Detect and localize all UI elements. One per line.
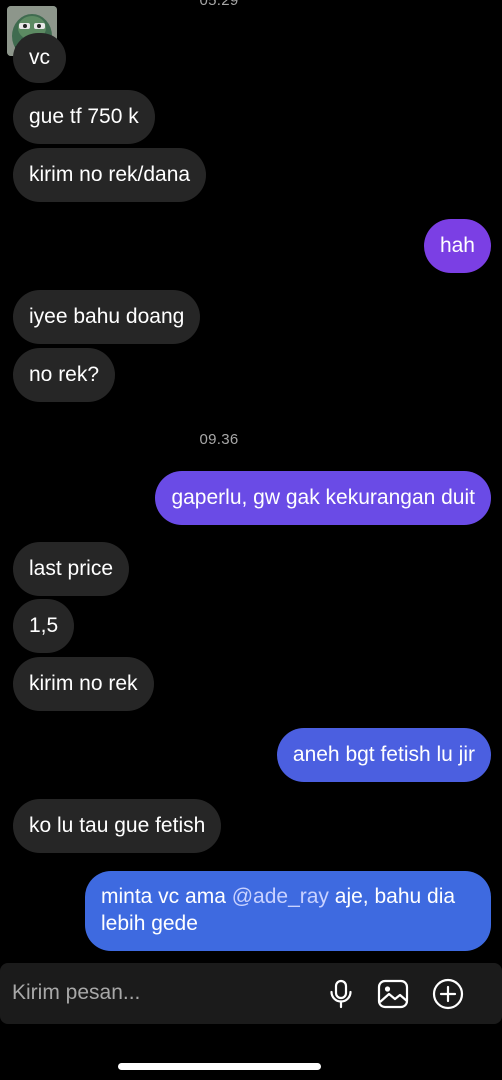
outgoing-message[interactable]: aneh bgt fetish lu jir [276, 728, 491, 782]
outgoing-message[interactable]: minta vc ama @ade_ray aje, bahu dia lebi… [85, 871, 491, 951]
incoming-message[interactable]: kirim no rek [13, 657, 154, 711]
user-mention[interactable]: @ade_ray [232, 885, 329, 908]
message-text: vc [29, 46, 50, 69]
timestamp: 09.36 [199, 431, 239, 448]
message-text: hah [439, 234, 475, 257]
message-text: last price [29, 557, 114, 580]
timestamp: 05.29 [199, 0, 239, 9]
outgoing-message[interactable]: gaperlu, gw gak kekurangan duit [155, 471, 491, 525]
message-text: minta vc ama @ade_ray aje, bahu dia lebi… [101, 883, 475, 937]
incoming-message[interactable]: last price [13, 542, 130, 596]
outgoing-message[interactable]: hah [423, 219, 491, 273]
incoming-message[interactable]: 1,5 [13, 599, 75, 653]
image-icon[interactable] [376, 977, 410, 1011]
incoming-message[interactable]: kirim no rek/dana [13, 148, 207, 202]
incoming-message[interactable]: vc [13, 33, 66, 83]
message-text: 1,5 [29, 614, 59, 637]
message-text: aneh bgt fetish lu jir [292, 743, 475, 766]
message-text: kirim no rek [29, 672, 138, 695]
incoming-message[interactable]: no rek? [13, 348, 116, 402]
message-text: kirim no rek/dana [29, 163, 191, 186]
incoming-message[interactable]: iyee bahu doang [13, 290, 201, 344]
home-indicator[interactable] [118, 1063, 321, 1070]
incoming-message[interactable]: gue tf 750 k [13, 90, 155, 144]
message-text-part: minta vc ama [101, 885, 232, 908]
microphone-icon[interactable] [324, 977, 358, 1011]
message-input[interactable]: Kirim pesan... [12, 981, 140, 1005]
message-text: gue tf 750 k [29, 105, 139, 128]
message-text: no rek? [29, 363, 100, 386]
message-text: iyee bahu doang [29, 305, 185, 328]
message-composer[interactable]: Kirim pesan... [0, 963, 502, 1024]
message-text: ko lu tau gue fetish [29, 814, 206, 837]
plus-circle-icon[interactable] [431, 977, 465, 1011]
message-text: gaperlu, gw gak kekurangan duit [171, 486, 475, 509]
incoming-message[interactable]: ko lu tau gue fetish [13, 799, 222, 853]
